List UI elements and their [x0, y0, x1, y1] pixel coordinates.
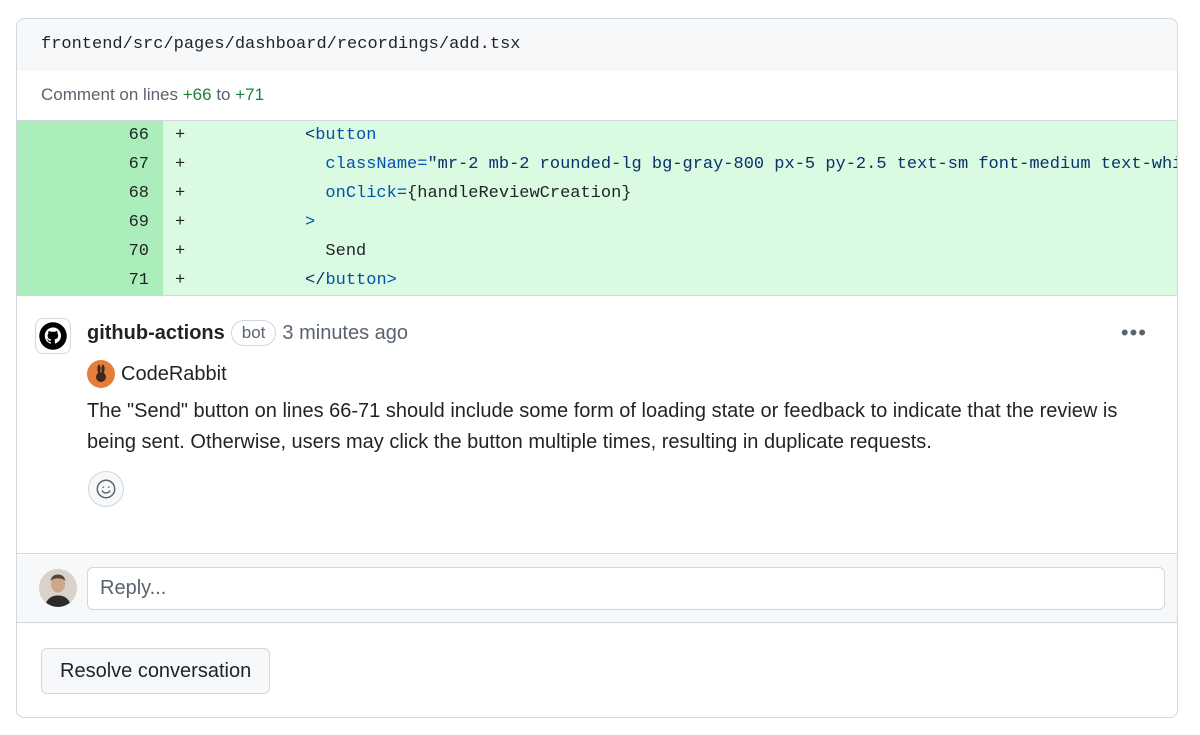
file-path[interactable]: frontend/src/pages/dashboard/recordings/…: [41, 35, 520, 54]
diff-line[interactable]: 70 + Send: [17, 237, 1177, 266]
comment-header: github-actions bot 3 minutes ago: [87, 320, 408, 346]
code-token: >: [305, 213, 316, 232]
added-marker: +: [175, 213, 186, 232]
resolve-conversation-button[interactable]: Resolve conversation: [41, 648, 271, 694]
rabbit-icon: [87, 360, 115, 388]
code-token: >: [386, 271, 397, 290]
code-token: Send: [325, 242, 367, 261]
code-token: {handleReviewCreation}: [407, 184, 632, 203]
line-number[interactable]: 67: [17, 150, 163, 179]
added-marker: +: [175, 126, 186, 145]
diff-snippet: 66 + <button 67 + className="mr-2 mb-2 roun…: [17, 120, 1177, 296]
line-number[interactable]: 66: [17, 121, 163, 150]
comment-range-start: +66: [182, 85, 212, 104]
bot-badge: bot: [230, 320, 277, 346]
comment-author[interactable]: github-actions: [87, 322, 225, 345]
comment-range-middle: to: [216, 85, 231, 104]
code-line: + onClick={handleReviewCreation}: [163, 179, 1177, 208]
code-token: <: [305, 126, 316, 145]
diff-line[interactable]: 66 + <button: [17, 121, 1177, 150]
smiley-icon[interactable]: [88, 471, 124, 507]
line-number[interactable]: 71: [17, 266, 163, 295]
code-token: </: [305, 271, 326, 290]
line-number[interactable]: 70: [17, 237, 163, 266]
added-marker: +: [175, 184, 186, 203]
diff-line[interactable]: 71 + </button>: [17, 266, 1177, 295]
code-token: onClick=: [325, 184, 408, 203]
comment-timestamp[interactable]: 3 minutes ago: [282, 322, 408, 345]
comment-range-prefix: Comment on lines: [41, 85, 179, 104]
code-line: + className="mr-2 mb-2 rounded-lg bg-gra…: [163, 150, 1177, 179]
code-token: "mr-2 mb-2 rounded-lg bg-gray-800 px-5 p…: [427, 155, 1177, 174]
comment-range-end: +71: [235, 85, 265, 104]
added-marker: +: [175, 155, 186, 174]
sub-author-name: CodeRabbit: [121, 362, 227, 385]
review-comment: github-actions bot 3 minutes ago ••• Cod…: [17, 296, 1177, 554]
user-avatar[interactable]: [39, 569, 77, 607]
comment-range: Comment on lines +66 to +71: [17, 70, 1177, 120]
reply-input[interactable]: [87, 567, 1165, 610]
code-token: button: [315, 126, 377, 145]
line-number[interactable]: 68: [17, 179, 163, 208]
line-number[interactable]: 69: [17, 208, 163, 237]
kebab-icon[interactable]: •••: [1121, 320, 1147, 346]
sub-author: CodeRabbit: [87, 360, 227, 388]
file-path-header[interactable]: frontend/src/pages/dashboard/recordings/…: [17, 19, 1177, 70]
code-line: + Send: [163, 237, 1177, 266]
code-line: + >: [163, 208, 1177, 237]
comment-body: The "Send" button on lines 66-71 should …: [87, 400, 1118, 453]
diff-line[interactable]: 68 + onClick={handleReviewCreation}: [17, 179, 1177, 208]
added-marker: +: [175, 242, 186, 261]
code-line: + </button>: [163, 266, 1177, 295]
review-thread-panel: frontend/src/pages/dashboard/recordings/…: [16, 18, 1178, 718]
diff-line[interactable]: 67 + className="mr-2 mb-2 rounded-lg bg-g…: [17, 150, 1177, 179]
github-octocat-icon[interactable]: [35, 318, 71, 354]
added-marker: +: [175, 271, 186, 290]
code-token: className=: [325, 155, 428, 174]
diff-line[interactable]: 69 + >: [17, 208, 1177, 237]
reply-bar: [17, 555, 1177, 623]
code-line: + <button: [163, 121, 1177, 150]
code-token: button: [325, 271, 387, 290]
